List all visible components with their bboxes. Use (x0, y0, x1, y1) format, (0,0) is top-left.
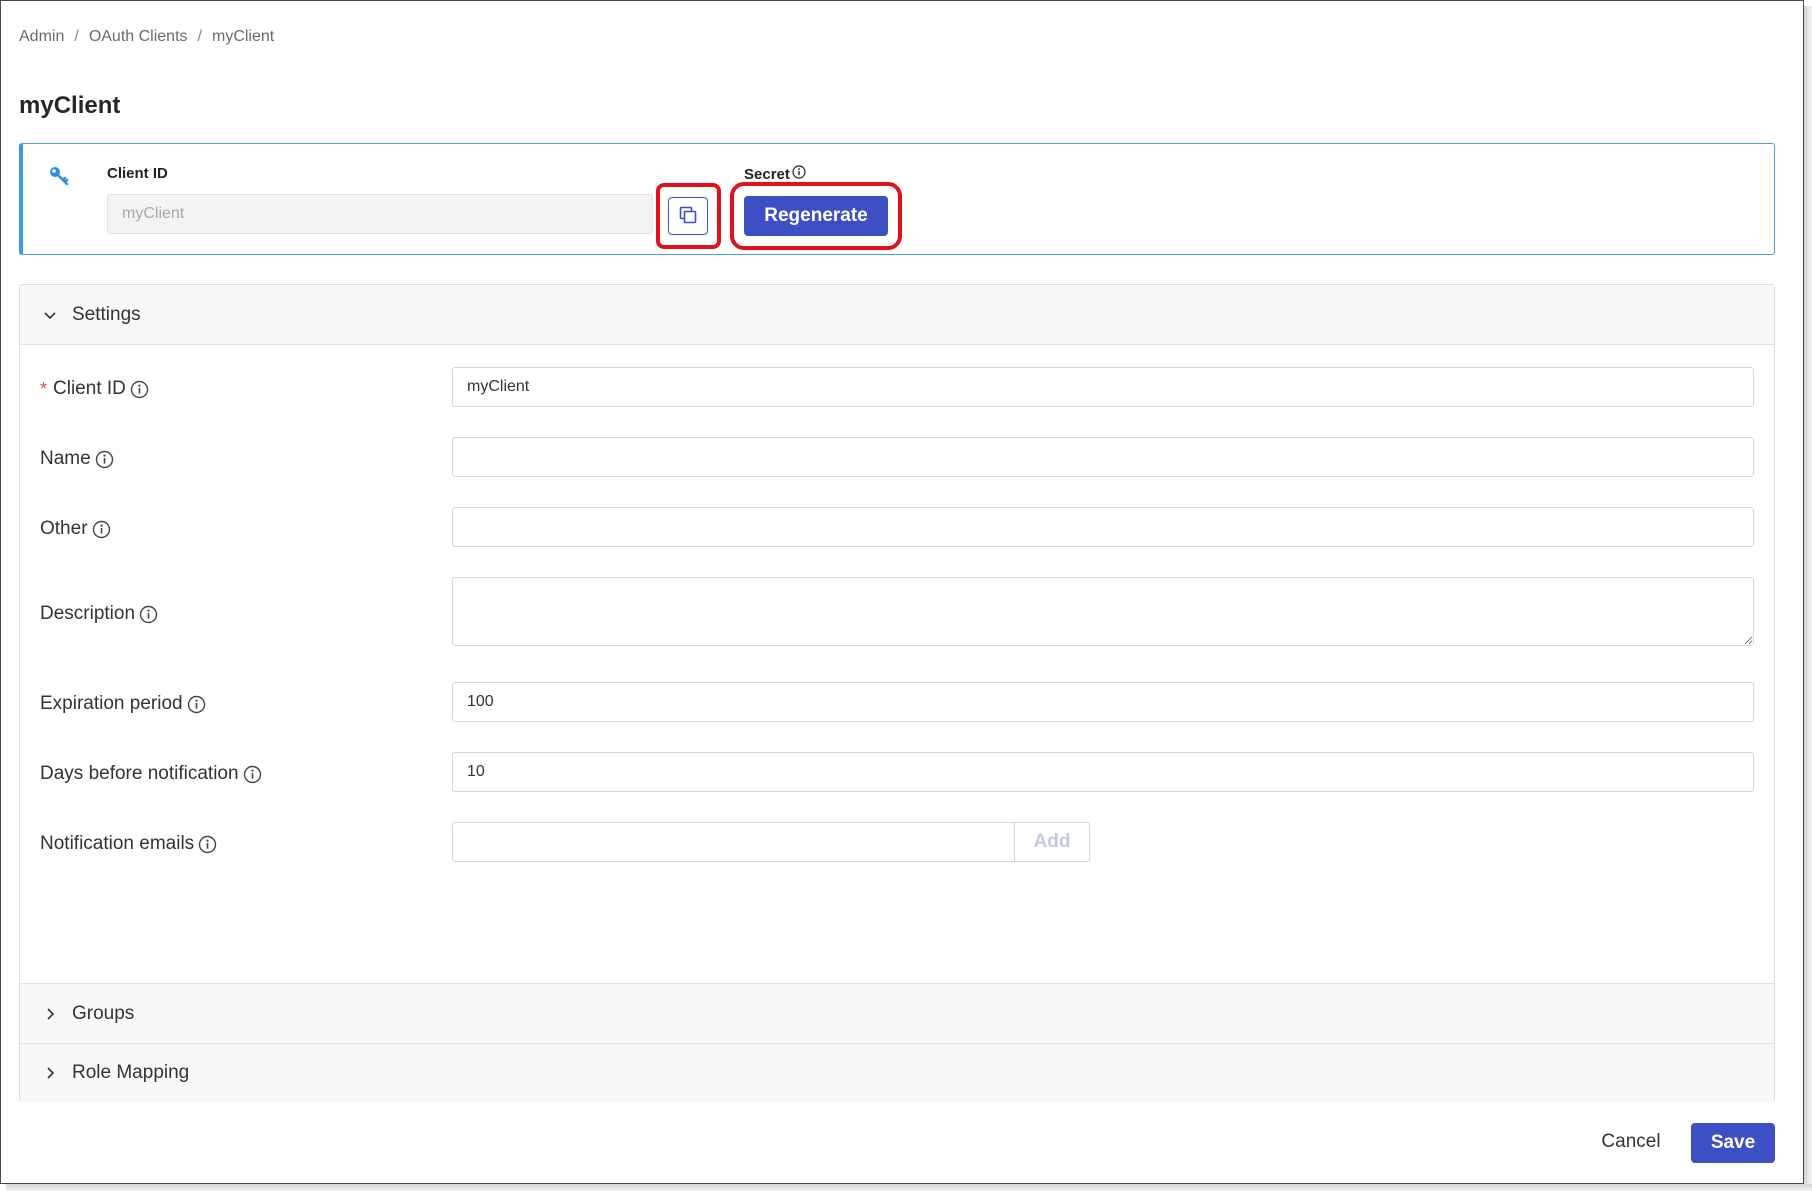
breadcrumb-admin[interactable]: Admin (19, 28, 64, 46)
copy-icon (678, 205, 698, 228)
info-icon (792, 165, 806, 183)
client-id-field-label: * Client ID (40, 378, 149, 400)
breadcrumb-separator: / (197, 28, 202, 45)
name-field-label-text: Name (40, 448, 91, 469)
credentials-card: Client ID Secret Regenerate (19, 143, 1775, 255)
breadcrumb: Admin / OAuth Clients / myClient (19, 28, 274, 46)
info-icon (243, 765, 262, 784)
chevron-right-icon (42, 1006, 58, 1022)
days-before-notification-field-label-text: Days before notification (40, 763, 239, 784)
regenerate-secret-button[interactable]: Regenerate (744, 196, 888, 236)
description-textarea[interactable] (452, 577, 1754, 646)
days-before-notification-field-label: Days before notification (40, 763, 262, 785)
role-mapping-section-title: Role Mapping (72, 1062, 190, 1083)
client-id-input[interactable] (452, 367, 1754, 407)
frame-shadow (1804, 6, 1812, 1191)
description-field-label-text: Description (40, 603, 136, 624)
info-icon (95, 450, 114, 469)
notification-emails-field-label: Notification emails (40, 833, 217, 855)
page-frame: Admin / OAuth Clients / myClient myClien… (0, 0, 1804, 1184)
settings-panel: Settings * Client ID Name (19, 284, 1775, 1102)
notification-email-input[interactable] (452, 822, 1014, 862)
expiration-period-field-label: Expiration period (40, 693, 206, 715)
breadcrumb-oauth-clients[interactable]: OAuth Clients (89, 28, 188, 46)
expiration-period-input[interactable] (452, 682, 1754, 722)
info-icon (92, 520, 111, 539)
chevron-down-icon (42, 307, 58, 323)
name-field-label: Name (40, 448, 114, 470)
settings-section-title: Settings (72, 303, 141, 325)
notification-emails-field-label-text: Notification emails (40, 833, 195, 854)
groups-section-title: Groups (72, 1002, 135, 1024)
other-field-label: Other (40, 518, 111, 540)
info-icon (198, 835, 217, 854)
days-before-notification-input[interactable] (452, 752, 1754, 792)
other-field-label-text: Other (40, 518, 88, 539)
frame-shadow (6, 1184, 1812, 1191)
info-icon (130, 380, 149, 399)
breadcrumb-current: myClient (211, 28, 275, 45)
required-asterisk: * (40, 378, 48, 399)
chevron-right-icon (42, 1065, 58, 1081)
breadcrumb-separator: / (74, 28, 79, 45)
expiration-period-field-label-text: Expiration period (40, 693, 183, 714)
settings-section-header[interactable]: Settings (20, 285, 1774, 345)
client-id-field-label-text: Client ID (53, 378, 126, 399)
name-input[interactable] (452, 437, 1754, 477)
groups-section-header[interactable]: Groups (20, 983, 1774, 1043)
info-icon (139, 605, 158, 624)
client-id-label: Client ID (107, 165, 168, 182)
add-email-button[interactable]: Add (1014, 822, 1090, 862)
role-mapping-section-header[interactable]: Role Mapping (20, 1043, 1774, 1102)
description-field-label: Description (40, 603, 158, 625)
client-id-readonly-field[interactable] (107, 194, 653, 234)
page-title: myClient (19, 92, 121, 119)
other-input[interactable] (452, 507, 1754, 547)
secret-label: Secret (744, 165, 806, 183)
cancel-button[interactable]: Cancel (1583, 1123, 1679, 1161)
save-button[interactable]: Save (1691, 1123, 1775, 1163)
secret-label-text: Secret (744, 165, 790, 183)
info-icon (187, 695, 206, 714)
key-icon (47, 164, 71, 188)
copy-client-id-button[interactable] (668, 197, 708, 235)
